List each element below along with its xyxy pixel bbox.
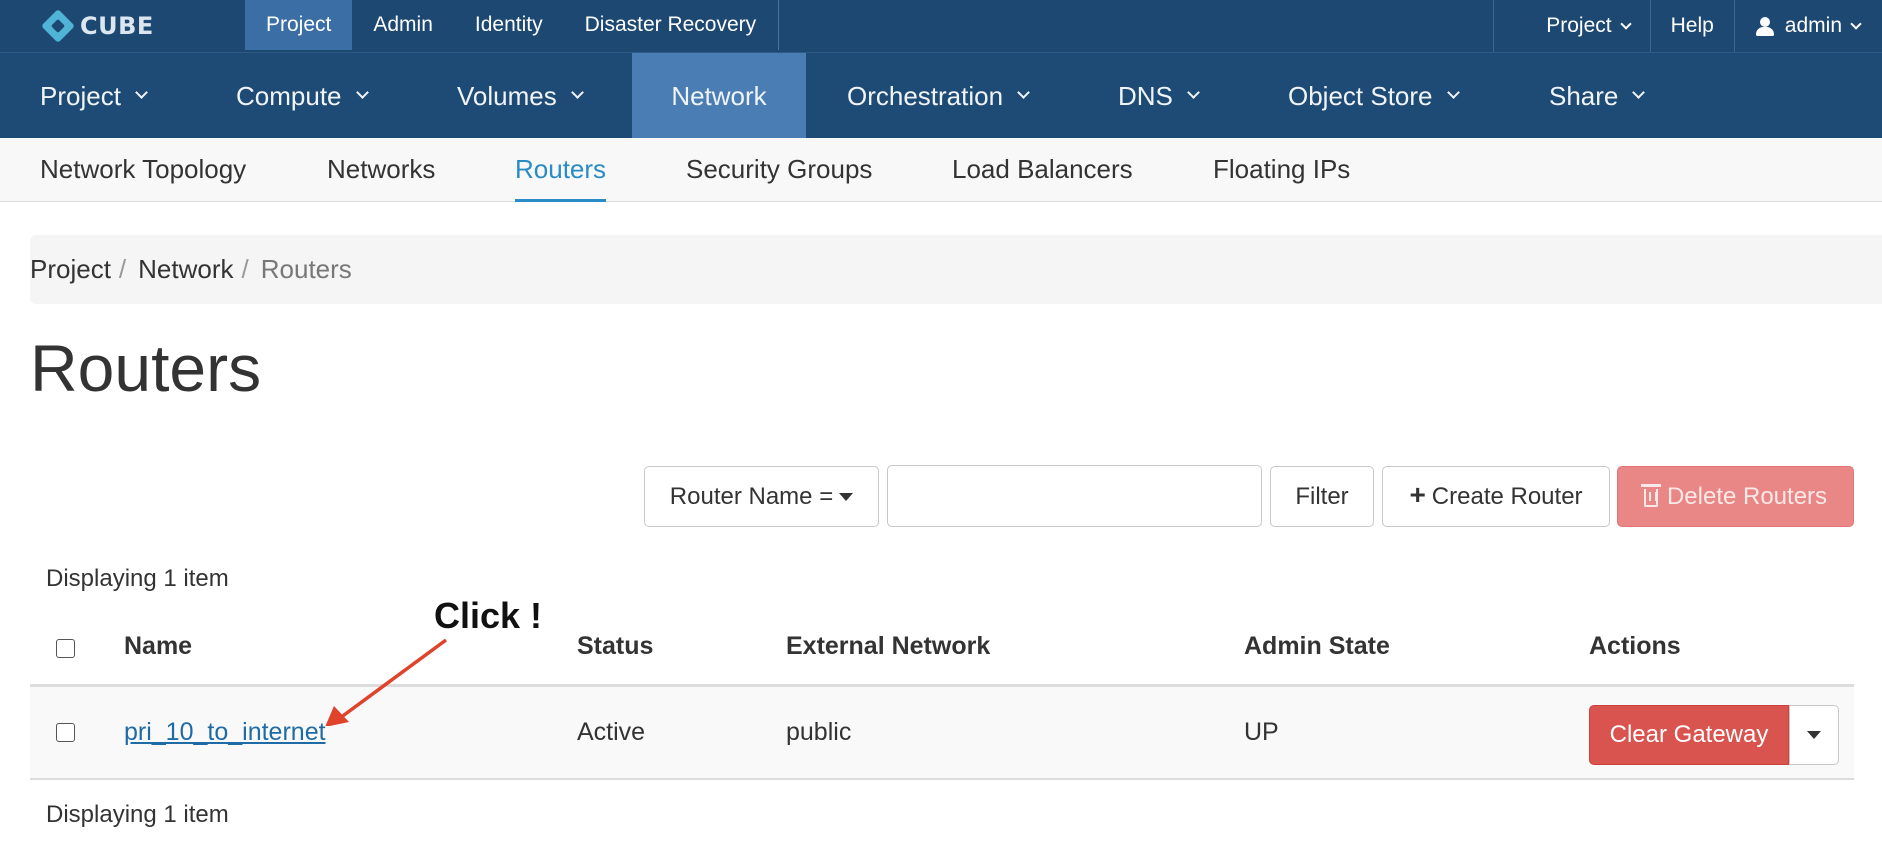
column-header-name[interactable]: Name: [124, 632, 192, 661]
column-header-external-network[interactable]: External Network: [786, 632, 990, 661]
breadcrumb-network[interactable]: Network: [138, 254, 233, 285]
main-nav-object-store[interactable]: Object Store: [1288, 53, 1460, 139]
top-nav-disaster-recovery-label: Disaster Recovery: [584, 13, 757, 36]
logo-text: CUBE: [80, 12, 154, 40]
filter-field-label: Router Name =: [669, 482, 834, 510]
trash-icon: [1640, 484, 1661, 507]
main-nav-compute[interactable]: Compute: [236, 53, 369, 139]
chevron-down-icon: [135, 86, 148, 99]
user-name: admin: [1784, 14, 1842, 37]
main-nav-dns[interactable]: DNS: [1118, 53, 1200, 139]
caret-down-icon: [1807, 731, 1821, 739]
tab-network-topology[interactable]: Network Topology: [40, 138, 246, 202]
delete-routers-button[interactable]: Delete Routers: [1617, 466, 1854, 527]
select-all-checkbox[interactable]: [56, 639, 75, 658]
main-nav-volumes-label: Volumes: [457, 81, 557, 111]
main-nav: Project Compute Volumes Network Orchestr…: [0, 52, 1882, 139]
search-input[interactable]: [887, 465, 1262, 527]
router-name-link[interactable]: pri_10_to_internet: [124, 718, 326, 747]
chevron-down-icon: [1446, 86, 1460, 99]
column-header-actions: Actions: [1589, 632, 1681, 660]
breadcrumb-project[interactable]: Project: [30, 254, 111, 285]
tab-floating-ips[interactable]: Floating IPs: [1213, 138, 1350, 202]
main-nav-project[interactable]: Project: [40, 53, 148, 139]
chevron-down-icon: [1632, 86, 1646, 99]
column-header-status[interactable]: Status: [577, 632, 653, 661]
breadcrumb-routers: Routers: [260, 254, 352, 284]
top-nav-identity[interactable]: Identity: [454, 0, 564, 50]
breadcrumb-separator: /: [241, 254, 249, 284]
row-actions-dropdown[interactable]: [1789, 705, 1839, 765]
top-nav-disaster-recovery[interactable]: Disaster Recovery: [564, 0, 780, 50]
cube-logo[interactable]: CUBE: [41, 8, 154, 44]
project-selector-label: Project: [1546, 14, 1612, 37]
router-external-network: public: [786, 718, 852, 746]
main-nav-orchestration-label: Orchestration: [847, 81, 1004, 111]
breadcrumb-separator: /: [118, 254, 127, 284]
top-nav-divider: [778, 0, 780, 50]
main-nav-share[interactable]: Share: [1549, 53, 1646, 139]
caret-down-icon: [839, 492, 854, 501]
main-nav-project-label: Project: [40, 81, 121, 111]
chevron-down-icon: [570, 86, 584, 99]
items-count-bottom: Displaying 1 item: [46, 801, 229, 828]
router-admin-state: UP: [1244, 718, 1279, 746]
create-router-label: Create Router: [1431, 482, 1583, 510]
row-checkbox[interactable]: [56, 723, 75, 742]
tab-networks[interactable]: Networks: [327, 138, 435, 202]
main-nav-orchestration[interactable]: Orchestration: [847, 53, 1030, 139]
tab-load-balancers[interactable]: Load Balancers: [952, 138, 1133, 202]
chevron-down-icon: [1017, 86, 1030, 99]
cube-logo-icon: [41, 9, 75, 43]
chevron-down-icon: [355, 86, 369, 99]
main-nav-volumes[interactable]: Volumes: [457, 53, 584, 139]
help-label: Help: [1670, 14, 1714, 37]
top-bar: CUBE Project Admin Identity Disaster Rec…: [0, 0, 1882, 52]
project-selector-dropdown[interactable]: Project: [1493, 0, 1649, 52]
filter-button[interactable]: Filter: [1270, 466, 1374, 527]
tab-security-groups[interactable]: Security Groups: [686, 138, 872, 202]
router-status: Active: [577, 718, 646, 746]
page-title: Routers: [30, 331, 262, 405]
sub-nav: Network Topology Networks Routers Securi…: [0, 138, 1882, 202]
top-nav: Project Admin Identity Disaster Recovery: [245, 0, 780, 50]
main-nav-network[interactable]: Network: [632, 53, 806, 139]
tab-routers[interactable]: Routers: [515, 138, 607, 202]
annotation-arrow-icon: [325, 638, 448, 726]
main-nav-share-label: Share: [1549, 81, 1619, 111]
create-router-button[interactable]: + Create Router: [1382, 466, 1610, 527]
filter-button-label: Filter: [1295, 482, 1349, 510]
help-link[interactable]: Help: [1649, 0, 1734, 52]
column-header-admin-state[interactable]: Admin State: [1244, 632, 1390, 661]
items-count-top: Displaying 1 item: [46, 565, 229, 592]
chevron-down-icon: [1187, 86, 1200, 99]
clear-gateway-label: Clear Gateway: [1609, 721, 1769, 748]
delete-routers-label: Delete Routers: [1666, 482, 1828, 510]
user-icon: [1755, 16, 1775, 36]
main-nav-object-store-label: Object Store: [1288, 81, 1433, 111]
filter-field-dropdown[interactable]: Router Name =: [644, 466, 879, 527]
main-nav-network-label: Network: [671, 81, 767, 111]
plus-icon: +: [1409, 479, 1426, 510]
top-right-menu: Project Help admin: [1493, 0, 1882, 52]
main-nav-compute-label: Compute: [236, 81, 342, 111]
clear-gateway-button[interactable]: Clear Gateway: [1589, 705, 1789, 765]
main-nav-dns-label: DNS: [1118, 81, 1173, 111]
chevron-down-icon: [1619, 17, 1632, 30]
top-nav-admin[interactable]: Admin: [352, 0, 454, 50]
breadcrumb: Project / Network / Routers: [30, 235, 1882, 304]
top-nav-project[interactable]: Project: [245, 0, 353, 50]
user-menu-dropdown[interactable]: admin: [1733, 0, 1882, 52]
annotation-label: Click !: [434, 595, 543, 636]
chevron-down-icon: [1850, 17, 1862, 30]
